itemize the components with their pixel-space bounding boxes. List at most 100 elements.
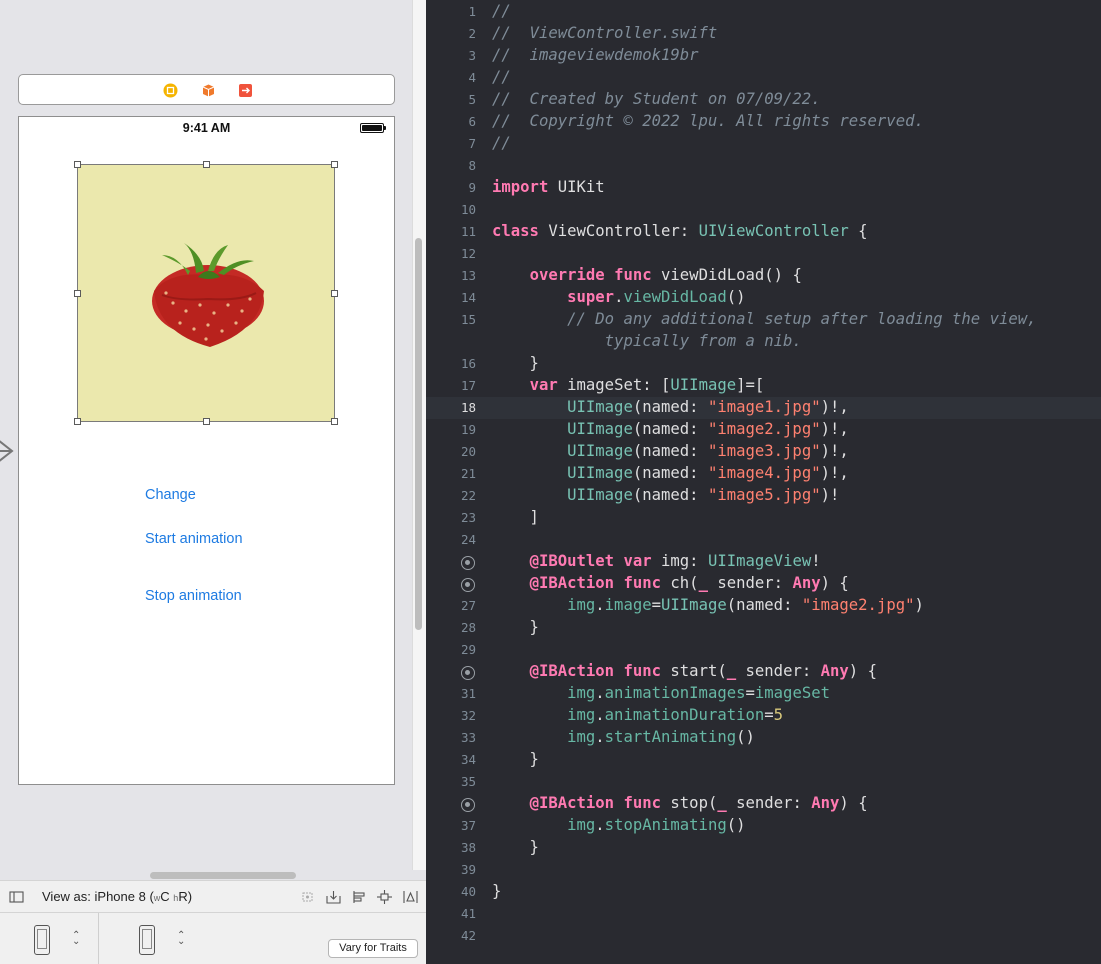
code-line[interactable]: } bbox=[492, 838, 539, 856]
code-line[interactable]: // bbox=[492, 134, 511, 152]
height-trait: R) bbox=[178, 889, 193, 904]
stop-animation-button[interactable]: Stop animation bbox=[145, 588, 242, 604]
code-token: (named: bbox=[632, 420, 708, 438]
code-line[interactable]: @IBAction func stop(_ sender: Any) { bbox=[492, 794, 868, 812]
resize-handle[interactable] bbox=[74, 290, 81, 297]
code-line[interactable]: img.image=UIImage(named: "image2.jpg") bbox=[492, 596, 924, 614]
line-number: 21 bbox=[460, 466, 476, 481]
canvas-vertical-scrollbar[interactable] bbox=[415, 238, 422, 630]
resize-handle[interactable] bbox=[74, 418, 81, 425]
canvas-bottom-bar: View as: iPhone 8 (wC hR) bbox=[0, 880, 426, 912]
code-line[interactable]: @IBAction func start(_ sender: Any) { bbox=[492, 662, 877, 680]
exit-icon[interactable] bbox=[238, 83, 253, 98]
resize-handle[interactable] bbox=[74, 161, 81, 168]
vary-for-traits-button[interactable]: Vary for Traits bbox=[328, 939, 418, 958]
code-editor[interactable]: 1 2 3 4 5 6 7 8 9 10 11 12 13 14 15 16 17 18 19 20 21 22 23 24 2… bbox=[426, 0, 1101, 964]
code-token: // bbox=[492, 134, 511, 152]
code-line[interactable]: // imageviewdemok19br bbox=[492, 46, 699, 64]
code-line[interactable]: // bbox=[492, 2, 511, 20]
code-token: // Copyright © 2022 lpu. All rights rese… bbox=[492, 112, 924, 130]
canvas-horizontal-scrollbar[interactable] bbox=[150, 872, 296, 879]
segue-arrow-icon[interactable] bbox=[0, 436, 20, 466]
code-line[interactable]: @IBOutlet var img: UIImageView! bbox=[492, 552, 821, 570]
outlet-connection-icon[interactable] bbox=[461, 578, 475, 592]
add-constraints-icon[interactable] bbox=[377, 890, 392, 904]
iphone-portrait-icon[interactable] bbox=[139, 925, 155, 955]
embed-in-icon[interactable] bbox=[326, 890, 341, 904]
change-button[interactable]: Change bbox=[145, 487, 196, 503]
code-line[interactable]: } bbox=[492, 750, 539, 768]
code-token: ch( bbox=[661, 574, 699, 592]
code-line[interactable]: } bbox=[492, 882, 501, 900]
resize-handle[interactable] bbox=[203, 418, 210, 425]
code-line[interactable]: UIImage(named: "image4.jpg")!, bbox=[492, 464, 849, 482]
code-token: UIImage bbox=[567, 398, 633, 416]
code-token: UIImage bbox=[567, 486, 633, 504]
code-token: (named: bbox=[632, 442, 708, 460]
code-token: // bbox=[492, 2, 511, 20]
resize-handle[interactable] bbox=[203, 161, 210, 168]
code-token: )!, bbox=[820, 420, 849, 438]
line-number: 14 bbox=[460, 290, 476, 305]
code-line[interactable]: UIImage(named: "image5.jpg")! bbox=[492, 486, 839, 504]
code-line[interactable]: UIImage(named: "image1.jpg")!, bbox=[492, 398, 849, 416]
code-line[interactable]: // bbox=[492, 68, 511, 86]
code-line[interactable]: // ViewController.swift bbox=[492, 24, 717, 42]
code-token: } bbox=[492, 618, 539, 636]
code-line[interactable]: img.animationDuration=5 bbox=[492, 706, 783, 724]
code-line[interactable]: super.viewDidLoad() bbox=[492, 288, 745, 306]
outlet-connection-icon[interactable] bbox=[461, 798, 475, 812]
code-line[interactable]: img.stopAnimating() bbox=[492, 816, 745, 834]
code-token: = bbox=[745, 684, 755, 702]
code-token: Any bbox=[811, 794, 840, 812]
code-line[interactable]: // Copyright © 2022 lpu. All rights rese… bbox=[492, 112, 924, 130]
resize-handle[interactable] bbox=[331, 161, 338, 168]
storyboard-canvas[interactable]: 9:41 AM Change Start animation Stop anim… bbox=[0, 0, 426, 964]
code-line[interactable]: override func viewDidLoad() { bbox=[492, 266, 802, 284]
code-line[interactable]: img.startAnimating() bbox=[492, 728, 755, 746]
start-animation-button[interactable]: Start animation bbox=[145, 531, 243, 547]
code-token: image bbox=[604, 596, 652, 614]
code-line[interactable]: import UIKit bbox=[492, 178, 605, 196]
resize-handle[interactable] bbox=[331, 290, 338, 297]
code-line[interactable]: typically from a nib. bbox=[492, 332, 802, 350]
update-frames-icon[interactable] bbox=[300, 890, 315, 904]
toggle-outline-icon[interactable] bbox=[9, 890, 24, 904]
code-line[interactable]: ] bbox=[492, 508, 539, 526]
iphone-portrait-icon[interactable] bbox=[34, 925, 50, 955]
line-number: 15 bbox=[460, 312, 476, 327]
code-line[interactable]: UIImage(named: "image3.jpg")!, bbox=[492, 442, 849, 460]
code-line[interactable]: @IBAction func ch(_ sender: Any) { bbox=[492, 574, 849, 592]
outlet-connection-icon[interactable] bbox=[461, 556, 475, 570]
code-line[interactable]: UIImage(named: "image2.jpg")!, bbox=[492, 420, 849, 438]
orientation-stepper-icon[interactable]: ⌃ ⌄ bbox=[72, 931, 80, 947]
code-token: (named: bbox=[632, 486, 708, 504]
code-line[interactable]: img.animationImages=imageSet bbox=[492, 684, 830, 702]
code-line[interactable]: var imageSet: [UIImage]=[ bbox=[492, 376, 765, 394]
outlet-connection-icon[interactable] bbox=[461, 666, 475, 680]
image-view[interactable] bbox=[74, 161, 338, 425]
view-controller-scene[interactable]: 9:41 AM Change Start animation Stop anim… bbox=[18, 116, 395, 785]
line-number: 6 bbox=[468, 114, 476, 129]
code-token: "image1.jpg" bbox=[707, 398, 821, 416]
first-responder-icon[interactable] bbox=[201, 83, 216, 98]
align-icon[interactable] bbox=[352, 890, 367, 904]
code-line[interactable]: class ViewController: UIViewController { bbox=[492, 222, 868, 240]
code-line[interactable]: // Created by Student on 07/09/22. bbox=[492, 90, 821, 108]
code-token: "image4.jpg" bbox=[707, 464, 821, 482]
code-line[interactable]: } bbox=[492, 618, 539, 636]
device-stepper-icon[interactable]: ⌃ ⌄ bbox=[177, 931, 185, 947]
code-line[interactable]: } bbox=[492, 354, 539, 372]
code-line[interactable]: // Do any additional setup after loading… bbox=[492, 310, 1036, 328]
code-token: . bbox=[595, 684, 605, 702]
view-as-label[interactable]: View as: iPhone 8 (wC hR) bbox=[42, 889, 192, 904]
view-controller-icon[interactable] bbox=[163, 83, 178, 98]
resize-handle[interactable] bbox=[331, 418, 338, 425]
resolve-issues-icon[interactable] bbox=[403, 890, 418, 904]
code-token: "image3.jpg" bbox=[707, 442, 821, 460]
code-token: UIImage bbox=[670, 376, 737, 394]
code-token: // Created by Student on 07/09/22. bbox=[492, 90, 821, 108]
